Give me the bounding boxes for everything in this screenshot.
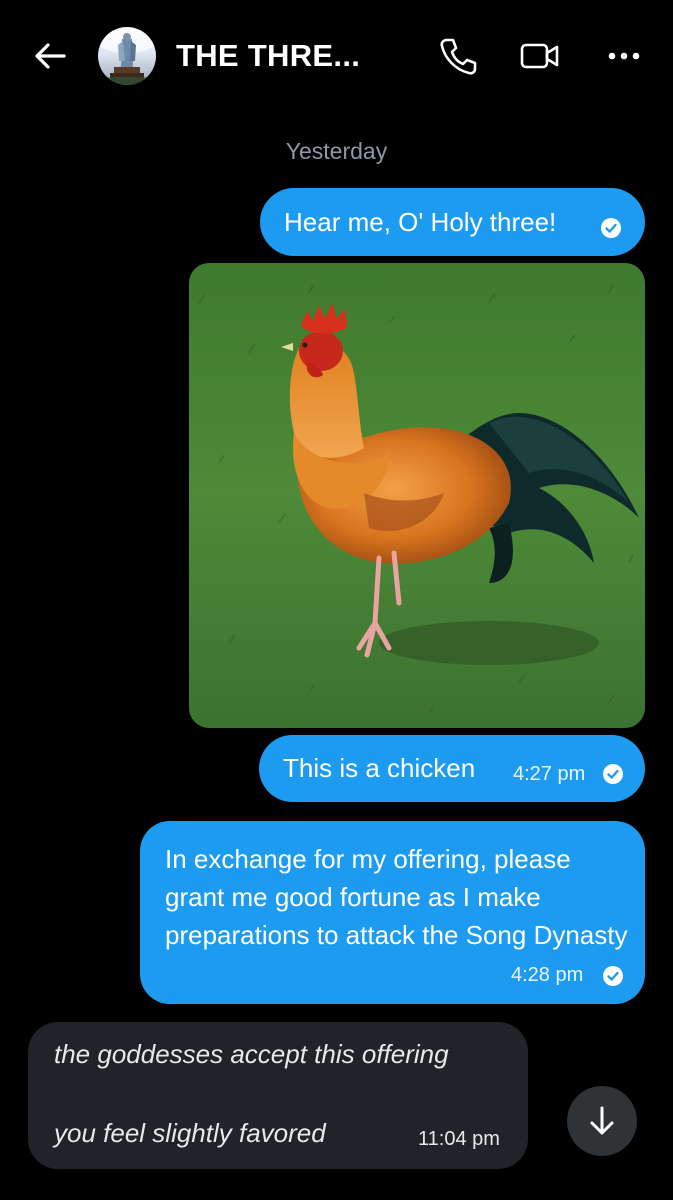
- message-timestamp: 4:27 pm: [513, 763, 586, 785]
- date-separator: Yesterday: [285, 138, 388, 164]
- more-horizontal-icon[interactable]: [603, 34, 647, 78]
- message-text: the goddesses accept this offering: [54, 1039, 449, 1069]
- arrow-down-icon: [590, 1106, 614, 1135]
- message-text: In exchange for my offering, please gran…: [165, 844, 628, 950]
- chat-header: THE THRE...: [0, 0, 673, 110]
- message-bubble-sent[interactable]: In exchange for my offering, please gran…: [140, 821, 645, 1004]
- video-camera-icon[interactable]: [518, 34, 562, 78]
- sent-check-icon: [603, 966, 623, 986]
- message-bubble-sent[interactable]: This is a chicken 4:27 pm: [259, 735, 645, 802]
- sent-check-icon: [601, 218, 621, 238]
- message-bubble-received[interactable]: the goddesses accept this offering you f…: [28, 1022, 528, 1169]
- message-bubble-sent[interactable]: Hear me, O' Holy three!: [260, 188, 645, 256]
- rooster-photo[interactable]: [189, 263, 645, 728]
- phone-icon[interactable]: [436, 34, 480, 78]
- message-timestamp: 4:28 pm: [511, 964, 584, 986]
- message-text: you feel slightly favored: [54, 1118, 326, 1148]
- sent-check-icon: [603, 764, 623, 784]
- message-text: This is a chicken: [283, 753, 476, 783]
- conversation-title[interactable]: THE THRE...: [176, 38, 360, 74]
- scroll-to-bottom-button[interactable]: [567, 1086, 637, 1156]
- message-timestamp: 11:04 pm: [418, 1128, 500, 1150]
- arrow-left-icon[interactable]: [30, 36, 70, 76]
- avatar[interactable]: [98, 27, 156, 85]
- message-text: Hear me, O' Holy three!: [284, 207, 557, 237]
